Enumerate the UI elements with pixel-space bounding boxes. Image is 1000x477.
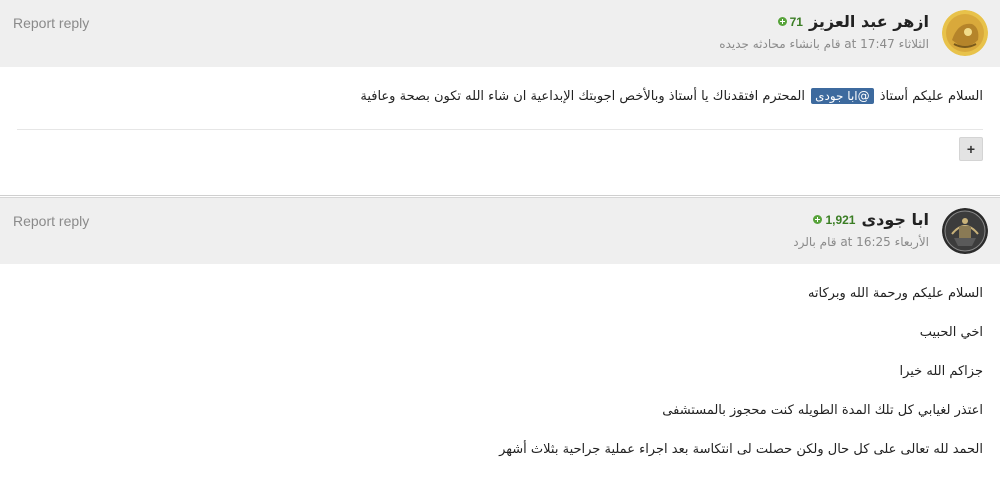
reply-post-2: Report reply ابا جودى 1,921 الأربعاء at … — [0, 197, 1000, 477]
reputation-badge: 71 — [777, 14, 803, 29]
reply-post-1: Report reply ازهر عبد العزيز 71 الثلاثاء… — [0, 0, 1000, 196]
post-meta: الأربعاء at 16:25 قام بالرد — [793, 235, 929, 249]
post-body-line-2: اخي الحبيب — [919, 325, 983, 340]
post-body-line-3: جزاكم الله خيرا — [899, 364, 983, 379]
expand-button[interactable]: + — [959, 137, 983, 161]
avatar-image — [942, 10, 988, 56]
author-line: ابا جودى 1,921 — [813, 210, 929, 229]
post-body-line-1: السلام عليكم ورحمة الله وبركاته — [807, 286, 983, 301]
post-divider — [17, 129, 983, 130]
author-avatar[interactable] — [942, 10, 988, 56]
body-text-end: المحترم افتقدناك يا أستاذ وبالأخص اجوبتك… — [360, 89, 805, 104]
user-mention[interactable]: @ابا جودى — [811, 88, 874, 104]
post-body: السلام عليكم أستاذ @ابا جودى المحترم افت… — [360, 88, 983, 104]
author-name[interactable]: ازهر عبد العزيز — [809, 12, 929, 31]
avatar-image — [942, 208, 988, 254]
post-body-line-5: الحمد لله تعالى على كل حال ولكن حصلت لى … — [499, 442, 983, 457]
body-text-start: السلام عليكم أستاذ — [879, 89, 983, 104]
author-line: ازهر عبد العزيز 71 — [777, 12, 929, 31]
report-reply-link[interactable]: Report reply — [13, 15, 89, 31]
reputation-plus-icon — [813, 215, 823, 224]
author-avatar[interactable] — [942, 208, 988, 254]
reputation-count: 1,921 — [825, 212, 856, 227]
post-header: Report reply ازهر عبد العزيز 71 الثلاثاء… — [0, 0, 1000, 67]
post-header: Report reply ابا جودى 1,921 الأربعاء at … — [0, 198, 1000, 264]
author-name[interactable]: ابا جودى — [861, 210, 929, 229]
reputation-badge: 1,921 — [813, 213, 855, 227]
post-body-line-4: اعتذر لغيابي كل تلك المدة الطويله كنت مح… — [662, 403, 983, 418]
reputation-plus-icon — [777, 17, 787, 26]
post-meta: الثلاثاء at 17:47 قام بانشاء محادثه جديد… — [719, 37, 929, 51]
reputation-count: 71 — [789, 14, 803, 29]
report-reply-link[interactable]: Report reply — [13, 213, 89, 229]
